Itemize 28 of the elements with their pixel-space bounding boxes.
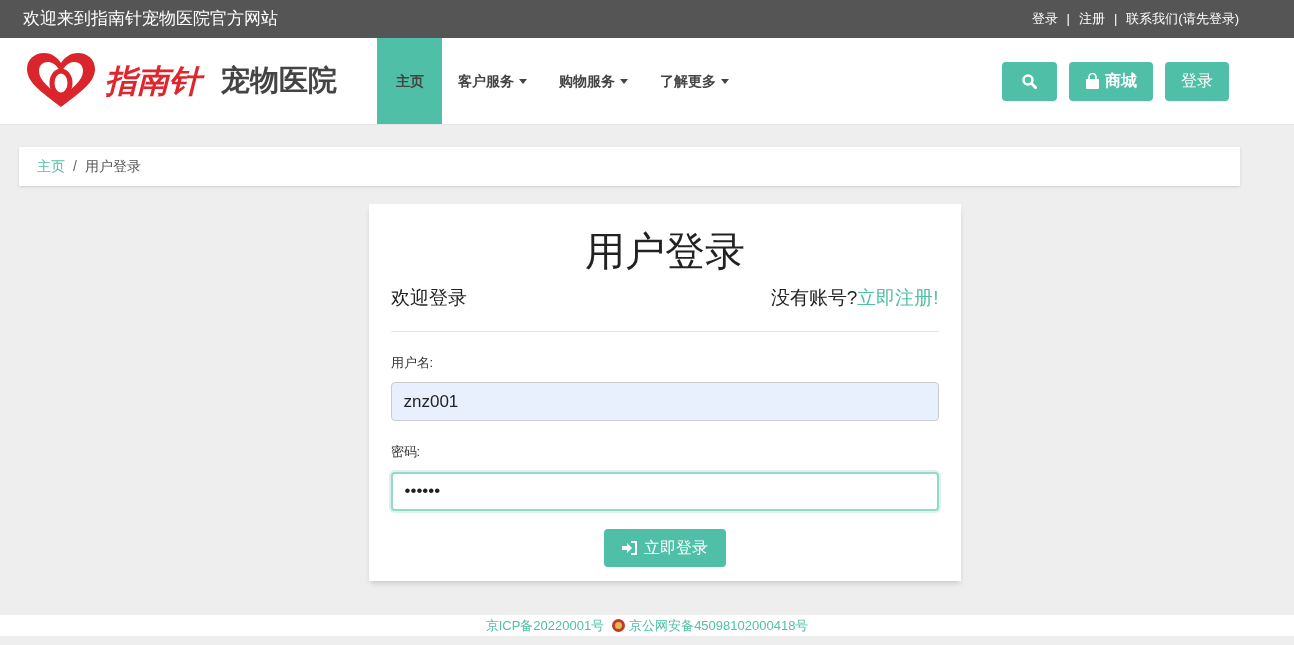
username-field[interactable]: znz001 [390, 382, 939, 421]
nav-tab[interactable]: 主页 [377, 38, 442, 124]
top-link[interactable]: 登录 [1031, 9, 1058, 29]
clinic-logo-text: 宠物医院 [221, 63, 337, 99]
police-badge-icon [612, 619, 626, 632]
shopping-bag-icon [1085, 73, 1100, 89]
search-button[interactable] [1002, 61, 1057, 101]
top-link[interactable]: 联系我们(请先登录) [1126, 9, 1239, 29]
welcome-text: 欢迎登录 [390, 286, 467, 310]
login-title: 用户登录 [583, 228, 746, 275]
caret-icon [519, 78, 527, 84]
nav-tab[interactable]: 客户服务 [442, 38, 543, 124]
caret-icon [721, 78, 729, 84]
separator-text: | [1113, 10, 1118, 29]
nav-tab[interactable]: 购物服务 [543, 38, 644, 124]
sign-in-icon [621, 540, 638, 555]
caret-icon [620, 78, 628, 84]
site-welcome-text: 欢迎来到指南针宠物医院官方网站 [23, 8, 278, 31]
password-field[interactable]: •••••• [390, 471, 939, 511]
search-icon [1022, 73, 1037, 89]
breadcrumb-separator: / [73, 157, 77, 176]
separator-text: | [1066, 10, 1070, 29]
field-label: 密码: [390, 443, 422, 461]
register-prompt-text: 没有账号? [770, 286, 858, 310]
top-link[interactable]: 注册 [1078, 9, 1105, 29]
field-label: 用户名: [390, 353, 435, 372]
heart-logo-icon [25, 53, 97, 109]
nav-tab[interactable]: 了解更多 [644, 38, 745, 124]
